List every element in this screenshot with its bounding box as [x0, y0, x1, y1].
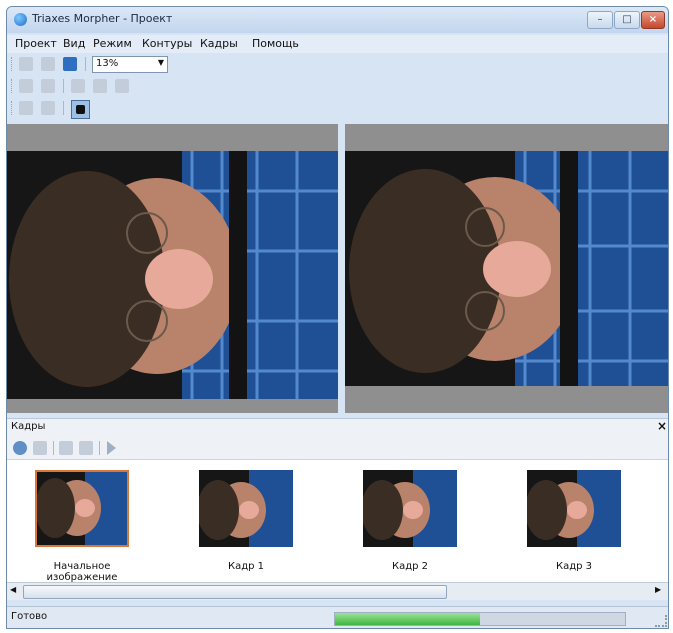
add-frame-icon[interactable] — [13, 441, 27, 455]
frame-label: Кадр 3 — [555, 561, 593, 572]
toolbar-separator — [53, 441, 54, 455]
maximize-button[interactable]: □ — [614, 11, 640, 29]
frame-label: Начальное изображение — [46, 561, 118, 583]
thumbnail-image — [363, 470, 457, 547]
zoom-value: 13% — [96, 58, 119, 69]
frames-panel-title: Кадры — [11, 421, 46, 432]
eraser-icon[interactable] — [115, 79, 129, 93]
target-photo — [345, 151, 668, 386]
menu-project[interactable]: Проект — [15, 37, 57, 50]
menu-contours[interactable]: Контуры — [142, 37, 192, 50]
film-icon[interactable] — [59, 441, 73, 455]
render-icon[interactable] — [79, 441, 93, 455]
toolbar-grip[interactable] — [11, 57, 15, 71]
save-icon[interactable] — [63, 57, 77, 71]
menu-bar: Проект Вид Режим Контуры Кадры Помощь — [7, 35, 668, 53]
toolbar-separator — [99, 441, 100, 455]
view-mode-icon[interactable] — [71, 100, 90, 119]
title-bar: Triaxes Morpher - Проект – □ × — [7, 7, 668, 33]
progress-bar — [334, 612, 626, 626]
frames-list: Начальное изображение Кадр 1 Кадр 2 Кадр… — [7, 459, 668, 583]
source-image-pane[interactable] — [7, 124, 338, 413]
target-image-pane[interactable] — [345, 124, 668, 413]
menu-help[interactable]: Помощь — [252, 37, 299, 50]
new-file-icon[interactable] — [19, 57, 33, 71]
frames-toolbar — [7, 437, 668, 459]
close-button[interactable]: × — [641, 11, 665, 29]
frame-label: Кадр 1 — [227, 561, 265, 572]
move-icon[interactable] — [41, 79, 55, 93]
scrollbar-thumb[interactable] — [23, 585, 447, 599]
frame-thumbnail[interactable] — [199, 470, 293, 547]
edit-toolbar — [7, 77, 668, 97]
minimize-icon: – — [597, 14, 603, 25]
resize-grip-icon[interactable] — [655, 615, 667, 627]
status-bar: Готово — [7, 606, 668, 628]
menu-view[interactable]: Вид — [63, 37, 85, 50]
frame-thumbnail[interactable] — [527, 470, 621, 547]
zoom-select[interactable]: 13% ▼ — [92, 56, 168, 73]
frames-panel-header: Кадры × — [7, 418, 668, 437]
grid-icon[interactable] — [41, 101, 55, 115]
panel-close-icon[interactable]: × — [657, 419, 667, 433]
app-window: Triaxes Morpher - Проект – □ × Проект Ви… — [6, 6, 669, 629]
scroll-left-icon[interactable]: ◀ — [10, 585, 16, 594]
minimize-button[interactable]: – — [587, 11, 613, 29]
scroll-right-icon[interactable]: ▶ — [655, 585, 661, 594]
toolbar-separator — [63, 79, 64, 93]
view-toolbar — [7, 99, 668, 119]
frame-thumbnail[interactable] — [363, 470, 457, 547]
portrait-image — [345, 151, 668, 386]
play-icon[interactable] — [107, 441, 116, 455]
select-arrow-icon[interactable] — [19, 79, 33, 93]
maximize-icon: □ — [622, 14, 632, 25]
delete-frame-icon[interactable] — [33, 441, 47, 455]
file-toolbar: 13% ▼ — [7, 55, 668, 75]
source-photo — [7, 151, 338, 399]
portrait-image — [7, 151, 338, 399]
thumbnail-image — [199, 470, 293, 547]
frame-thumbnail[interactable] — [35, 470, 129, 547]
open-file-icon[interactable] — [41, 57, 55, 71]
image-icon[interactable] — [19, 101, 33, 115]
toolbar-separator — [63, 101, 64, 115]
toolbar-grip[interactable] — [11, 79, 15, 93]
app-logo-icon — [14, 13, 27, 26]
chevron-down-icon: ▼ — [157, 58, 164, 67]
menu-frames[interactable]: Кадры — [200, 37, 238, 50]
toolbar-separator — [85, 57, 86, 71]
frames-scrollbar[interactable]: ◀ ▶ — [7, 582, 668, 600]
toolbar-grip[interactable] — [11, 101, 15, 115]
progress-fill — [335, 613, 480, 625]
window-title: Triaxes Morpher - Проект — [32, 12, 173, 25]
lasso-icon[interactable] — [93, 79, 107, 93]
close-icon: × — [648, 14, 658, 25]
thumbnail-image — [527, 470, 621, 547]
next-icon[interactable] — [71, 79, 85, 93]
thumbnail-image — [37, 472, 127, 545]
frame-label: Кадр 2 — [391, 561, 429, 572]
menu-mode[interactable]: Режим — [93, 37, 132, 50]
status-text: Готово — [11, 611, 48, 622]
